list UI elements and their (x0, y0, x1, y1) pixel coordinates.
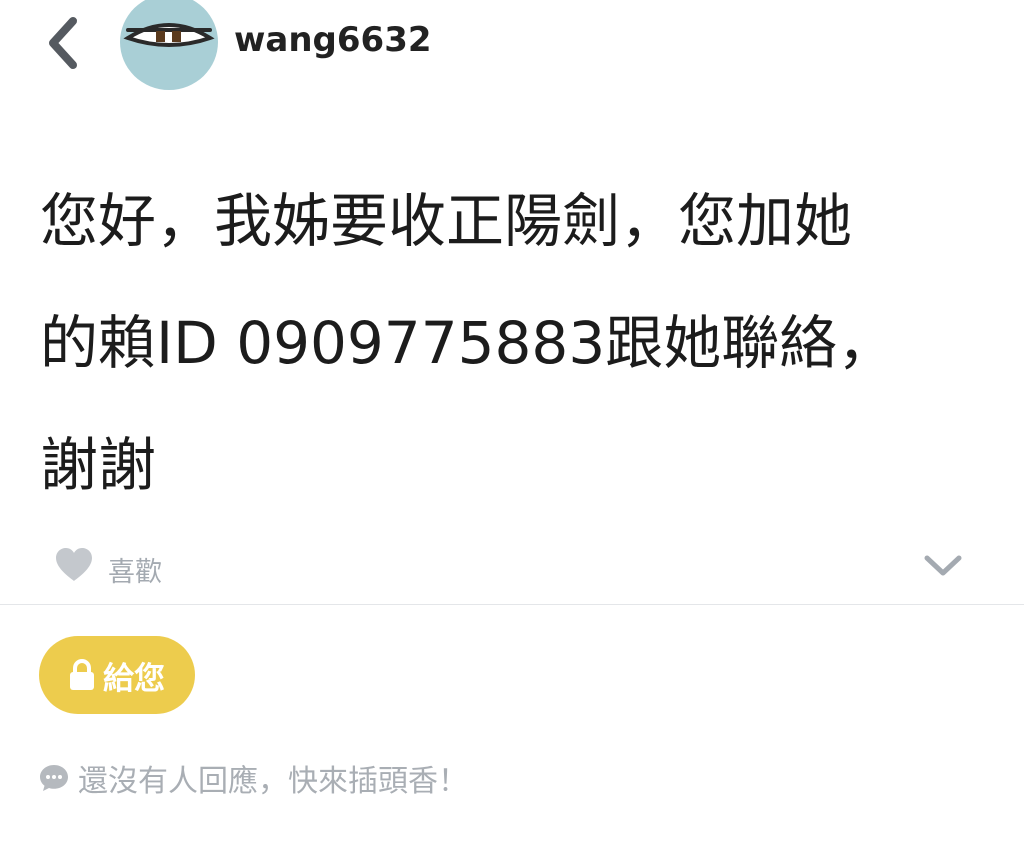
lock-icon (70, 659, 94, 690)
like-label: 喜歡 (108, 556, 162, 588)
give-button[interactable]: 給您 (39, 636, 195, 714)
like-button[interactable]: 喜歡 (54, 540, 162, 590)
username[interactable]: wang6632 (234, 20, 432, 60)
post-line: 您好，我姊要收正陽劍，您加她 (40, 187, 853, 255)
chat-bubble-icon (40, 765, 68, 791)
expand-button[interactable] (920, 546, 966, 586)
give-label: 給您 (103, 660, 165, 697)
post-actions: 喜歡 (0, 530, 1024, 604)
post-content: 您好，我姊要收正陽劍，您加她 的賴ID 0909775883跟她聯絡， 謝謝 (40, 160, 990, 526)
post-page: wang6632 您好，我姊要收正陽劍，您加她 的賴ID 0909775883跟… (0, 0, 1024, 856)
empty-replies: 還沒有人回應，快來插頭香！ (38, 756, 468, 800)
post-line: 謝謝 (40, 431, 157, 499)
heart-icon (56, 548, 92, 581)
post-line: 的賴ID 0909775883跟她聯絡， (40, 309, 896, 377)
post-header: wang6632 (0, 0, 1024, 92)
chevron-left-icon (49, 17, 77, 69)
divider (0, 604, 1024, 605)
chevron-down-icon (924, 555, 962, 576)
empty-replies-text: 還沒有人回應，快來插頭香！ (78, 764, 468, 799)
avatar[interactable] (120, 0, 218, 90)
sleepy-eye-avatar (123, 23, 215, 47)
back-button[interactable] (38, 12, 88, 74)
